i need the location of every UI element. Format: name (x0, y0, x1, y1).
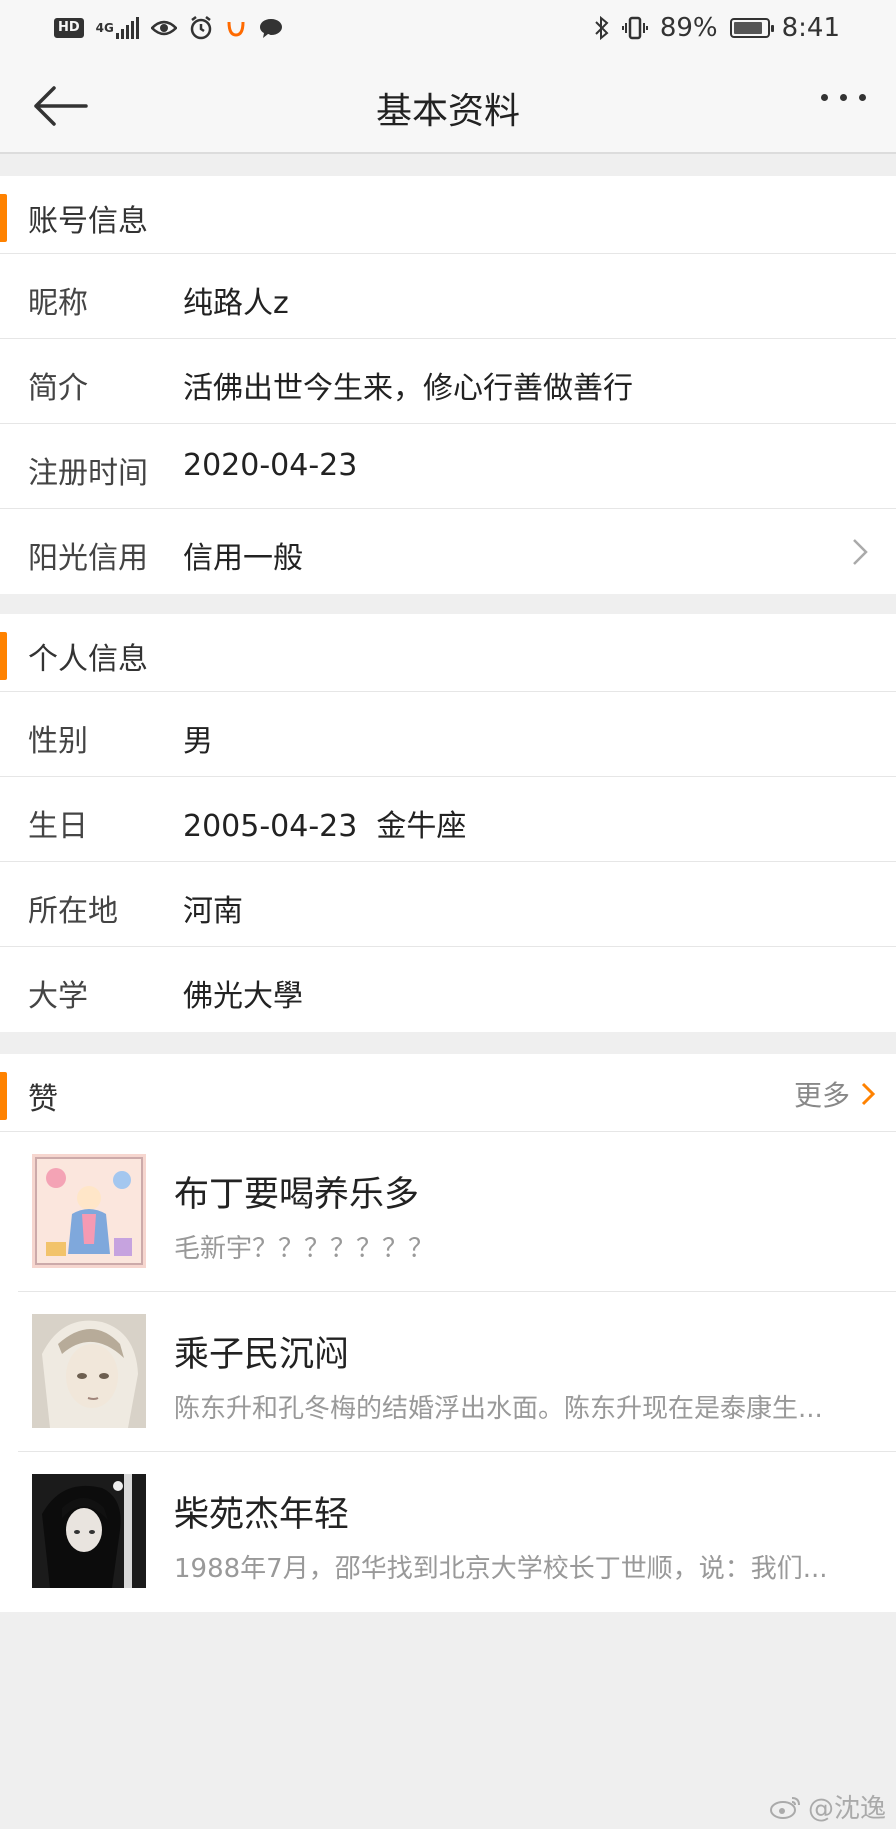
row-register-date: 注册时间 2020-04-23 (0, 424, 896, 509)
item-description: 陈东升和孔冬梅的结婚浮出水面。陈东升现在是泰康生... (174, 1394, 823, 1424)
bluetooth-icon (594, 16, 610, 40)
battery-fill (733, 22, 763, 34)
item-description: 毛新宇？？？？？？？ (174, 1234, 435, 1264)
row-label: 阳光信用 (28, 541, 148, 576)
likes-section: 赞 更多 布丁要喝养乐多 毛新宇？？？？？？？ 乘子民沉闷 陈东升和孔冬梅的结婚… (0, 1054, 896, 1612)
row-nickname: 昵称 纯路人z (0, 254, 896, 339)
row-gender: 性别 男 (0, 692, 896, 777)
row-value: 佛光大學 (183, 979, 303, 1014)
list-item[interactable]: 乘子民沉闷 陈东升和孔冬梅的结婚浮出水面。陈东升现在是泰康生... (18, 1292, 896, 1452)
row-value: 男 (183, 724, 213, 759)
item-title: 布丁要喝养乐多 (174, 1175, 420, 1215)
more-label: 更多 (793, 1079, 850, 1112)
chevron-right-icon (861, 1082, 876, 1106)
status-bar: HD 4G 89% 8:41 (0, 0, 896, 56)
item-title: 柴苑杰年轻 (174, 1495, 350, 1535)
section-header: 个人信息 (0, 614, 896, 692)
row-value: 纯路人z (183, 286, 289, 321)
watermark: @沈逸 (769, 1788, 886, 1825)
row-value: 2005-04-23 金牛座 (183, 809, 467, 844)
page-title: 基本资料 (375, 91, 520, 132)
row-bio: 简介 活佛出世今生来，修心行善做善行 (0, 339, 896, 424)
network-type: 4G (95, 21, 114, 35)
thumbnail-image (32, 1474, 146, 1588)
hd-icon: HD (54, 18, 84, 38)
4g-signal-icon: 4G (96, 17, 139, 39)
list-item[interactable]: 柴苑杰年轻 1988年7月，邵华找到北京大学校长丁世顺，说：我们... (18, 1452, 896, 1612)
personal-section: 个人信息 性别 男 生日 2005-04-23 金牛座 所在地 河南 大学 佛光… (0, 614, 896, 1032)
chat-icon (259, 17, 283, 39)
row-birthday: 生日 2005-04-23 金牛座 (0, 777, 896, 862)
row-value: 活佛出世今生来，修心行善做善行 (183, 371, 633, 406)
row-label: 生日 (28, 809, 88, 844)
watermark-text: @沈逸 (807, 1794, 886, 1824)
vibrate-icon (621, 16, 648, 40)
status-right: 89% 8:41 (594, 13, 840, 43)
status-time: 8:41 (781, 13, 840, 43)
row-label: 昵称 (28, 286, 88, 321)
section-header: 赞 更多 (0, 1054, 896, 1132)
battery-icon (729, 18, 774, 38)
item-title: 乘子民沉闷 (174, 1335, 350, 1375)
row-label: 所在地 (28, 894, 118, 929)
alarm-icon (189, 16, 213, 40)
section-title: 账号信息 (28, 204, 148, 239)
row-value: 信用一般 (183, 541, 303, 576)
row-label: 注册时间 (28, 456, 148, 491)
section-accent-bar (0, 194, 7, 242)
section-accent-bar (0, 632, 7, 680)
row-sunshine-credit[interactable]: 阳光信用 信用一般 (0, 509, 896, 594)
more-dots-icon (821, 94, 828, 101)
eye-icon (150, 19, 177, 37)
item-description: 1988年7月，邵华找到北京大学校长丁世顺，说：我们... (174, 1554, 828, 1584)
row-label: 简介 (28, 371, 88, 406)
section-accent-bar (0, 1072, 7, 1120)
row-location: 所在地 河南 (0, 862, 896, 947)
chevron-right-icon (853, 539, 868, 565)
section-title: 赞 (28, 1082, 58, 1117)
row-value: 2020-04-23 (183, 448, 358, 483)
app-icon (225, 18, 247, 38)
status-left: HD 4G (54, 16, 283, 40)
row-value: 河南 (183, 894, 243, 929)
list-item[interactable]: 布丁要喝养乐多 毛新宇？？？？？？？ (18, 1132, 896, 1292)
battery-percent: 89% (659, 13, 718, 43)
row-label: 性别 (28, 724, 88, 759)
section-title: 个人信息 (28, 642, 148, 677)
more-button[interactable] (821, 94, 866, 101)
more-link[interactable]: 更多 (794, 1074, 876, 1114)
nav-bar: 基本资料 (0, 56, 896, 154)
section-header: 账号信息 (0, 176, 896, 254)
thumbnail-image (32, 1314, 146, 1428)
row-university: 大学 佛光大學 (0, 947, 896, 1032)
account-section: 账号信息 昵称 纯路人z 简介 活佛出世今生来，修心行善做善行 注册时间 202… (0, 176, 896, 594)
weibo-logo-icon (769, 1796, 800, 1819)
thumbnail-image (32, 1154, 146, 1268)
row-label: 大学 (28, 979, 88, 1014)
